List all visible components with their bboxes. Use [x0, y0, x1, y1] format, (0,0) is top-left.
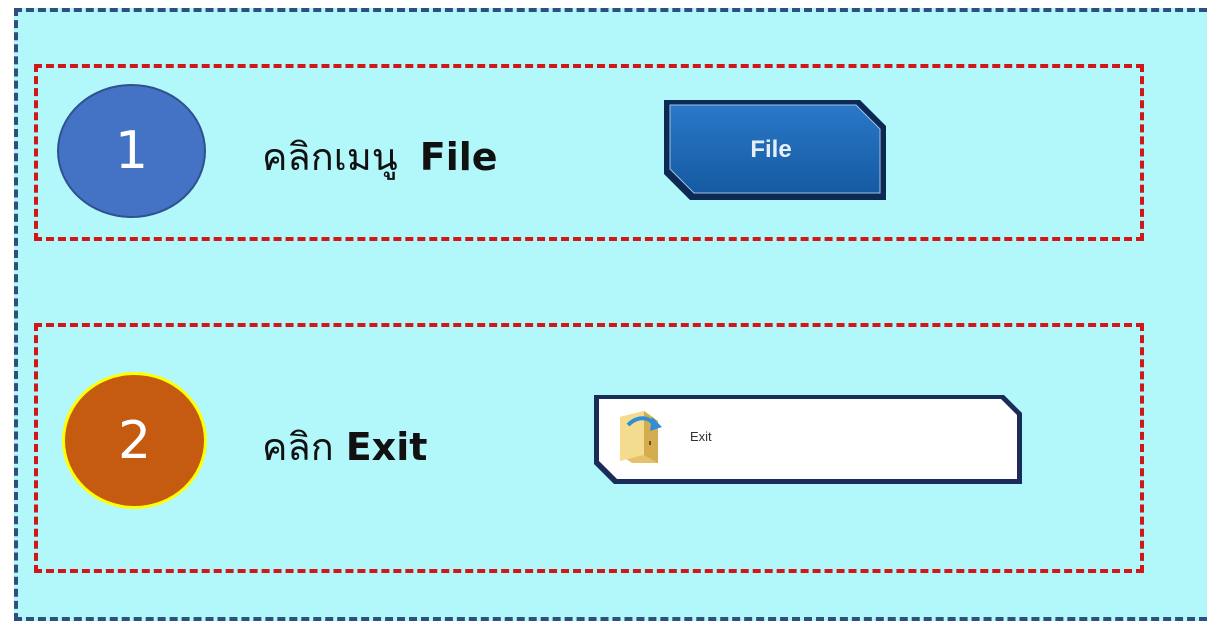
file-menu-button[interactable]: File [660, 96, 890, 204]
step-1-number-badge: 1 [57, 84, 206, 218]
step-1-text: คลิกเมนู [262, 135, 398, 179]
step-1-instruction: คลิกเมนู File [262, 126, 498, 187]
exit-menu-item[interactable]: Exit [592, 393, 1024, 486]
file-menu-button-label: File [750, 136, 792, 163]
step-1-keyword: File [419, 135, 498, 179]
step-2-keyword: Exit [345, 425, 428, 469]
step-2-instruction: คลิก Exit [262, 416, 427, 477]
folder-exit-icon [614, 405, 666, 467]
step-2-text: คลิก [262, 425, 334, 469]
exit-menu-item-label: Exit [690, 429, 712, 444]
step-1-number: 1 [114, 121, 149, 181]
step-2-number-badge: 2 [62, 372, 207, 509]
step-2-number: 2 [117, 410, 152, 471]
